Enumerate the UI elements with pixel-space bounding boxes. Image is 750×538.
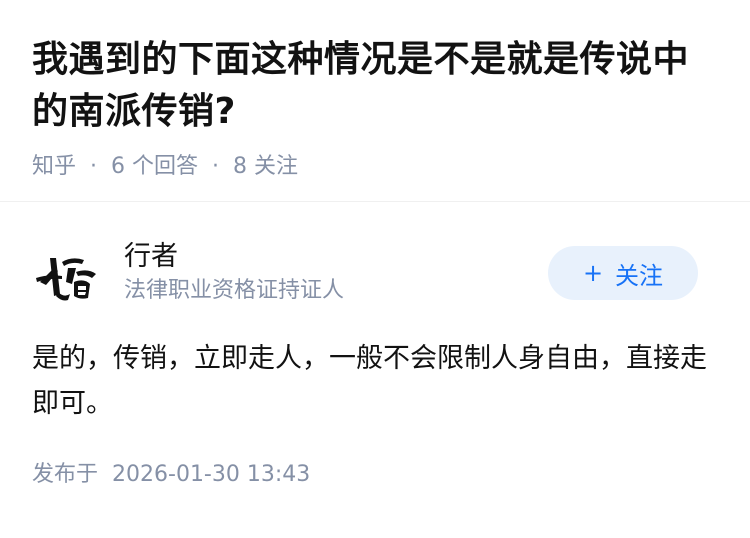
meta-separator: · [212,154,220,179]
avatar[interactable] [32,238,102,308]
question-header: 我遇到的下面这种情况是不是就是传说中的南派传销? 知乎 · 6 个回答 · 8 … [0,0,750,202]
author-row: 行者 法律职业资格证持证人 + 关注 [32,236,718,310]
followers-count[interactable]: 8 关注 [233,152,298,182]
follow-label: 关注 [615,261,664,290]
publish-info: 发布于 2026-01-30 13:43 [32,460,718,490]
follow-button[interactable]: + 关注 [548,246,698,300]
zhihu-answer-page: 我遇到的下面这种情况是不是就是传说中的南派传销? 知乎 · 6 个回答 · 8 … [0,0,750,538]
question-title[interactable]: 我遇到的下面这种情况是不是就是传说中的南派传销? [32,34,718,138]
answers-count[interactable]: 6 个回答 [111,152,198,182]
answer-card: 行者 法律职业资格证持证人 + 关注 是的，传销，立即走人，一般不会限制人身自由… [0,202,750,490]
publish-time: 2026-01-30 13:43 [112,462,311,487]
author-info: 行者 法律职业资格证持证人 [124,240,548,306]
site-name[interactable]: 知乎 [32,152,76,182]
plus-icon: + [582,259,604,287]
publish-label: 发布于 [32,462,99,487]
author-name[interactable]: 行者 [124,240,548,274]
question-meta: 知乎 · 6 个回答 · 8 关注 [32,152,718,182]
meta-separator: · [90,154,98,179]
calligraphy-avatar-icon [36,258,96,301]
author-headline: 法律职业资格证持证人 [124,278,345,303]
answer-content: 是的，传销，立即走人，一般不会限制人身自由，直接走即可。 [32,343,707,419]
